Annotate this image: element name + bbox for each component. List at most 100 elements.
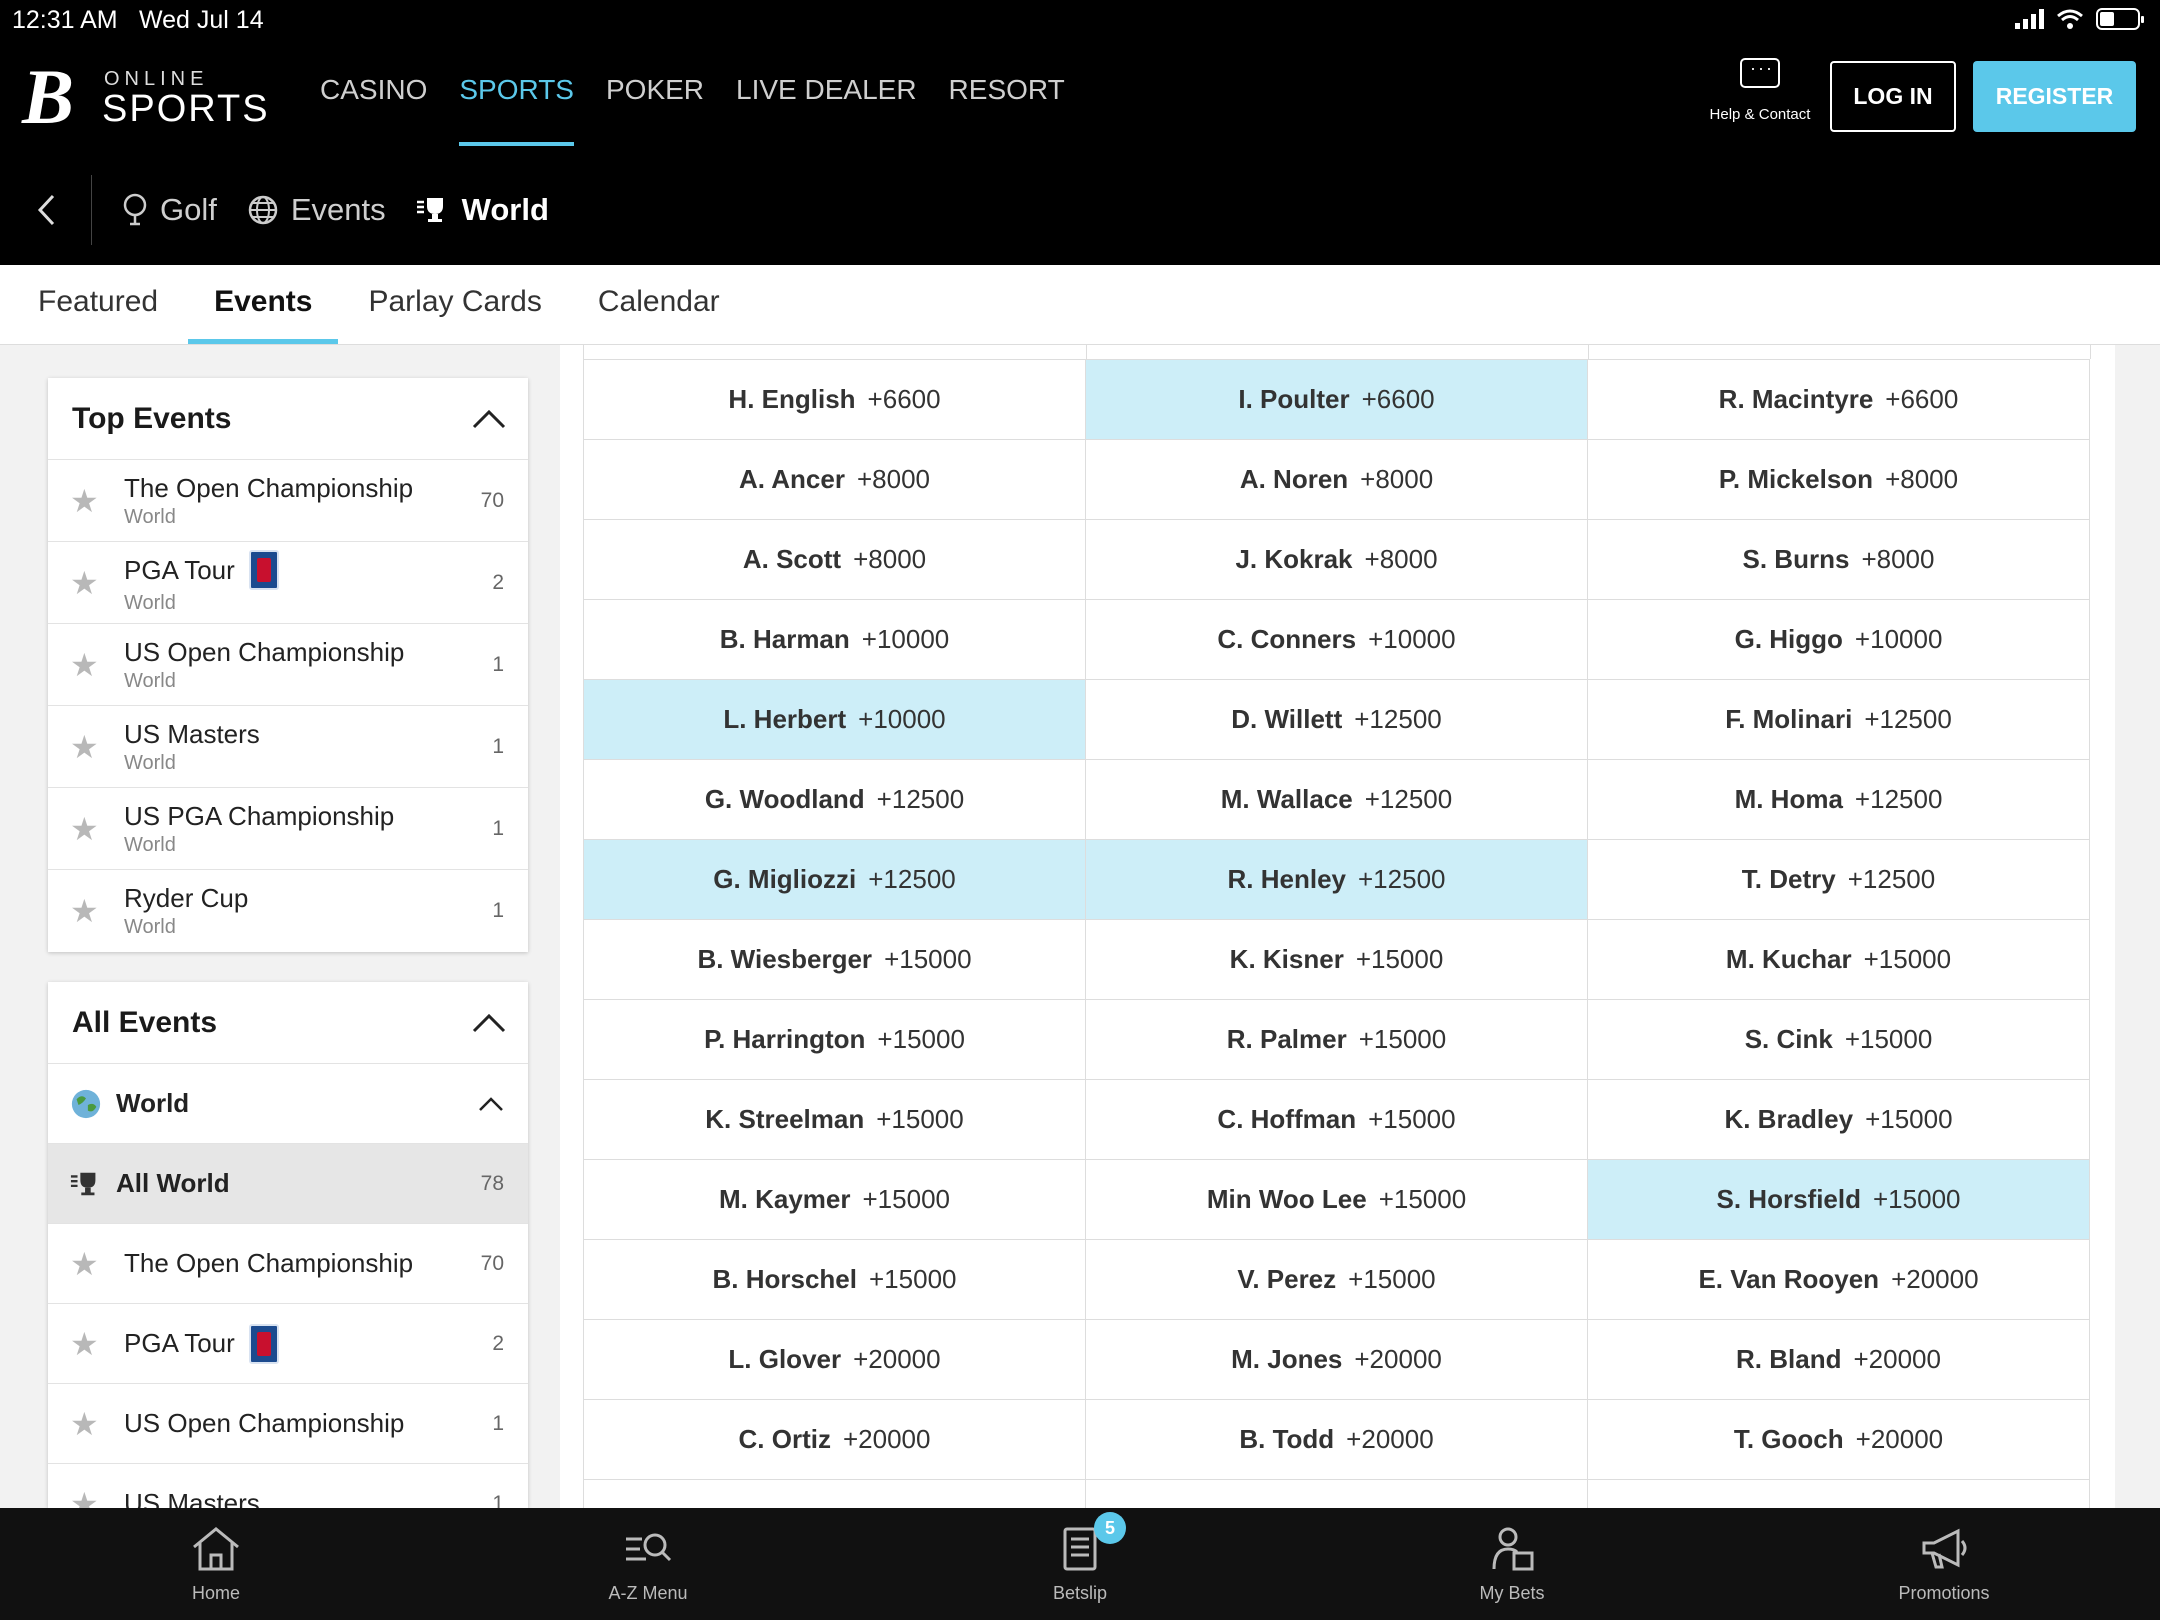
top-events-header[interactable]: Top Events	[48, 378, 528, 460]
odds-cell[interactable]: D. Willett +12500	[1086, 680, 1588, 760]
odds-cell[interactable]: M. Homa +12500	[1588, 760, 2090, 840]
breadcrumb-world[interactable]: World	[416, 192, 549, 228]
odds-cell[interactable]: B. Horschel +15000	[584, 1240, 1086, 1320]
event-region: World	[124, 833, 176, 856]
list-item[interactable]: ★ PGA Tour World 2	[48, 542, 528, 624]
bottom-nav-betslip[interactable]: 5 Betslip	[864, 1508, 1296, 1620]
odds-cell[interactable]: S. Burns +8000	[1588, 520, 2090, 600]
odds-cell[interactable]: R. Henley +12500	[1086, 840, 1588, 920]
odds-value: +15000	[1844, 1024, 1933, 1054]
list-item[interactable]: ★ PGA Tour 2	[48, 1304, 528, 1384]
bottom-nav-az-menu[interactable]: A-Z Menu	[432, 1508, 864, 1620]
odds-cell-partial	[584, 1480, 1086, 1508]
odds-cell[interactable]: S. Horsfield +15000	[1588, 1160, 2090, 1240]
odds-cell[interactable]: M. Wallace +12500	[1086, 760, 1588, 840]
odds-cell[interactable]: R. Macintyre +6600	[1588, 360, 2090, 440]
list-item[interactable]: ★ US Masters 1	[48, 1464, 528, 1509]
register-button[interactable]: REGISTER	[1973, 61, 2136, 132]
bottom-nav-my-bets[interactable]: My Bets	[1296, 1508, 1728, 1620]
breadcrumb-events[interactable]: Events	[247, 192, 386, 228]
nav-resort[interactable]: RESORT	[949, 74, 1065, 146]
star-icon[interactable]: ★	[70, 1485, 102, 1509]
odds-cell[interactable]: G. Higgo +10000	[1588, 600, 2090, 680]
odds-cell[interactable]: C. Ortiz +20000	[584, 1400, 1086, 1480]
login-button[interactable]: LOG IN	[1830, 61, 1956, 132]
bottom-nav-promotions[interactable]: Promotions	[1728, 1508, 2160, 1620]
nav-casino[interactable]: CASINO	[320, 74, 427, 146]
region-name: World	[116, 1088, 190, 1118]
bottom-nav-home[interactable]: Home	[0, 1508, 432, 1620]
odds-cell[interactable]: A. Scott +8000	[584, 520, 1086, 600]
tab-featured[interactable]: Featured	[38, 265, 158, 344]
star-icon[interactable]: ★	[70, 1325, 102, 1363]
nav-poker[interactable]: POKER	[606, 74, 704, 146]
odds-cell[interactable]: H. English +6600	[584, 360, 1086, 440]
brand-logo[interactable]: B ONLINE SPORTS	[22, 58, 268, 136]
star-icon[interactable]: ★	[70, 892, 102, 930]
list-item[interactable]: ★ US Masters World 1	[48, 706, 528, 788]
list-item[interactable]: ★ The Open Championship World 70	[48, 460, 528, 542]
odds-cell[interactable]: F. Molinari +12500	[1588, 680, 2090, 760]
star-icon[interactable]: ★	[70, 482, 102, 520]
star-icon[interactable]: ★	[70, 564, 102, 602]
odds-cell[interactable]: S. Cink +15000	[1588, 1000, 2090, 1080]
breadcrumb-golf[interactable]: Golf	[122, 192, 217, 228]
tab-events[interactable]: Events	[187, 265, 339, 344]
star-icon[interactable]: ★	[70, 810, 102, 848]
odds-value: +20000	[853, 1344, 941, 1374]
odds-cell[interactable]: G. Migliozzi +12500	[584, 840, 1086, 920]
odds-cell[interactable]: A. Ancer +8000	[584, 440, 1086, 520]
star-icon[interactable]: ★	[70, 1405, 102, 1443]
list-item[interactable]: ★ US Open Championship World 1	[48, 624, 528, 706]
odds-cell[interactable]: B. Todd +20000	[1086, 1400, 1588, 1480]
odds-cell[interactable]: K. Bradley +15000	[1588, 1080, 2090, 1160]
odds-cell[interactable]: I. Poulter +6600	[1086, 360, 1588, 440]
odds-cell[interactable]: A. Noren +8000	[1086, 440, 1588, 520]
odds-cell[interactable]: P. Mickelson +8000	[1588, 440, 2090, 520]
star-icon[interactable]: ★	[70, 1245, 102, 1283]
odds-cell[interactable]: Min Woo Lee +15000	[1086, 1160, 1588, 1240]
odds-cell[interactable]: P. Harrington +15000	[584, 1000, 1086, 1080]
odds-cell[interactable]: R. Bland +20000	[1588, 1320, 2090, 1400]
list-item-all-world[interactable]: All World 78	[48, 1144, 528, 1224]
star-icon[interactable]: ★	[70, 646, 102, 684]
betslip-badge: 5	[1094, 1512, 1126, 1544]
tab-parlay-cards[interactable]: Parlay Cards	[368, 265, 541, 344]
list-item[interactable]: ★ US Open Championship 1	[48, 1384, 528, 1464]
odds-value: +15000	[1873, 1184, 1961, 1214]
odds-cell[interactable]: B. Harman +10000	[584, 600, 1086, 680]
event-name: Ryder Cup	[124, 883, 249, 913]
odds-cell[interactable]: L. Glover +20000	[584, 1320, 1086, 1400]
odds-cell[interactable]: J. Kokrak +8000	[1086, 520, 1588, 600]
help-contact-button[interactable]: Help & Contact	[1705, 58, 1815, 123]
list-item[interactable]: ★ US PGA Championship World 1	[48, 788, 528, 870]
wifi-icon	[2057, 9, 2083, 29]
tab-calendar[interactable]: Calendar	[598, 265, 720, 344]
odds-cell[interactable]: L. Herbert +10000	[584, 680, 1086, 760]
odds-cell[interactable]: G. Woodland +12500	[584, 760, 1086, 840]
odds-cell[interactable]: T. Detry +12500	[1588, 840, 2090, 920]
odds-cell[interactable]: M. Kuchar +15000	[1588, 920, 2090, 1000]
list-item[interactable]: ★ Ryder Cup World 1	[48, 870, 528, 952]
star-icon[interactable]: ★	[70, 728, 102, 766]
odds-cell[interactable]: C. Conners +10000	[1086, 600, 1588, 680]
region-world-row[interactable]: World	[48, 1064, 528, 1144]
event-count: 78	[480, 1171, 504, 1195]
all-events-header[interactable]: All Events	[48, 982, 528, 1064]
odds-cell[interactable]: B. Wiesberger +15000	[584, 920, 1086, 1000]
odds-cell[interactable]: T. Gooch +20000	[1588, 1400, 2090, 1480]
odds-cell[interactable]: K. Kisner +15000	[1086, 920, 1588, 1000]
odds-cell[interactable]: R. Palmer +15000	[1086, 1000, 1588, 1080]
nav-live-dealer[interactable]: LIVE DEALER	[736, 74, 917, 146]
odds-cell[interactable]: E. Van Rooyen +20000	[1588, 1240, 2090, 1320]
list-item[interactable]: ★ The Open Championship 70	[48, 1224, 528, 1304]
back-button[interactable]	[0, 175, 92, 245]
odds-cell[interactable]: C. Hoffman +15000	[1086, 1080, 1588, 1160]
odds-value: +20000	[1891, 1264, 1979, 1294]
nav-sports[interactable]: SPORTS	[459, 74, 574, 146]
odds-cell[interactable]: M. Kaymer +15000	[584, 1160, 1086, 1240]
player-name: G. Higgo	[1734, 624, 1843, 654]
odds-cell[interactable]: V. Perez +15000	[1086, 1240, 1588, 1320]
odds-cell[interactable]: K. Streelman +15000	[584, 1080, 1086, 1160]
odds-cell[interactable]: M. Jones +20000	[1086, 1320, 1588, 1400]
